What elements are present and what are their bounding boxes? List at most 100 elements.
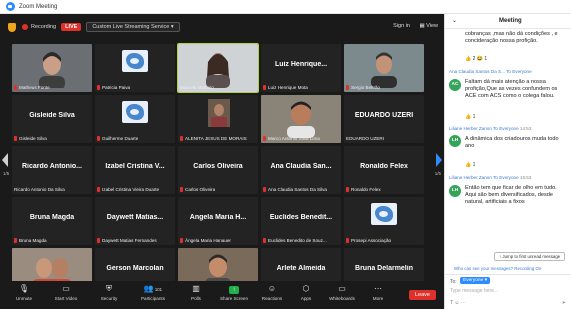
send-icon[interactable]: ➤ <box>562 300 566 306</box>
video-tile[interactable]: Patricia Paiva <box>95 44 175 92</box>
video-tile[interactable]: Carlos Oliveira Carlos Oliveira <box>178 146 258 194</box>
next-page-arrow-icon[interactable] <box>436 153 442 167</box>
view-button[interactable]: ▦ View <box>419 23 438 29</box>
chat-message-list[interactable]: cobranças ,mas não dá condições , e conc… <box>445 29 571 274</box>
security-button[interactable]: ⛨ Security <box>89 284 129 301</box>
video-tile[interactable]: EDUARDO UZERI EDUARDO UZERI <box>344 95 424 143</box>
participant-photo <box>208 99 230 127</box>
muted-mic-icon: 🎙 <box>18 284 30 293</box>
participant-name: Arlete Almeida <box>276 265 326 272</box>
leave-button[interactable]: Leave <box>409 290 436 300</box>
participant-name: Izabel Cristina V... <box>105 163 165 170</box>
apps-button[interactable]: ⬡ Apps <box>286 284 326 301</box>
video-tile[interactable]: Luiz Henrique... Luiz Henrique Mota <box>261 44 341 92</box>
start-video-button[interactable]: ▭ Start Video <box>46 284 86 301</box>
chat-header: ⌄ Meeting <box>445 14 571 29</box>
muted-mic-icon <box>263 136 266 141</box>
video-tile[interactable]: Guilherme Duarte <box>95 95 175 143</box>
muted-mic-icon <box>180 187 183 192</box>
participant-name: Ana Claudia San... <box>270 163 332 170</box>
record-dot-icon <box>22 24 28 30</box>
tile-name-label: Ricardo Antonio Da Silva <box>14 187 65 192</box>
tile-name-label: Luiz Henrique Mota <box>263 85 308 90</box>
more-button[interactable]: ⋯ More <box>358 284 398 301</box>
muted-mic-icon <box>14 136 17 141</box>
muted-mic-icon <box>97 85 100 90</box>
tile-name-label: Sergio Beltrão <box>346 85 380 90</box>
unmute-button[interactable]: 🎙 Unmute <box>4 284 44 301</box>
participants-button[interactable]: 👥101 Participants <box>133 284 173 301</box>
zoom-window: Zoom Meeting Recording LIVE Custom Live … <box>0 0 571 309</box>
avatar: AC <box>449 79 461 91</box>
jump-to-unread-button[interactable]: ↑ Jump to first unread message <box>494 252 566 261</box>
tile-name-label: Euclides Benedito de Souz... <box>263 238 327 243</box>
chat-message-text: A dinâmica dos criadouros muda todo ano <box>465 136 559 149</box>
video-tile[interactable]: Izabel Cristina V... Izabel Cristina Vie… <box>95 146 175 194</box>
video-tile[interactable]: Sergio Beltrão <box>344 44 424 92</box>
participant-name: Ricardo Antonio... <box>21 163 83 170</box>
collapse-chevron-icon[interactable]: ⌄ <box>452 17 457 24</box>
polls-button[interactable]: ▥ Polls <box>176 284 216 301</box>
tile-name-label: Bruna Magda <box>14 238 47 243</box>
message-reactions[interactable]: 👍 1 <box>465 114 475 120</box>
message-reactions[interactable]: 👍 1 <box>465 162 475 168</box>
muted-mic-icon <box>97 136 100 141</box>
page-indicator-right: 1/5 <box>434 171 441 176</box>
live-badge[interactable]: LIVE <box>61 23 82 31</box>
share-screen-button[interactable]: ↑ Share Screen <box>214 284 254 301</box>
security-shield-icon: ⛨ <box>106 284 112 293</box>
video-tile[interactable]: Ângela Maria H... Ângela Maria Hanauer <box>178 197 258 245</box>
polls-icon: ▥ <box>192 284 200 293</box>
chat-message-text: Faltam dá mais atenção a nossa profição,… <box>465 79 558 99</box>
tile-name-label: EDUARDO UZERI <box>346 136 385 141</box>
video-tile[interactable]: Bruna Magda Bruna Magda <box>12 197 92 245</box>
sign-in-link[interactable]: Sign in <box>393 23 410 29</box>
tile-name-label: Ana Claudia Santos Da Silva <box>263 187 327 192</box>
stream-service-dropdown[interactable]: Custom Live Streaming Service ▾ <box>86 22 180 32</box>
avatar: LH <box>449 185 461 197</box>
recording-label[interactable]: Recording <box>31 24 56 30</box>
message-reactions[interactable]: 👍 2 😂 1 <box>465 56 487 62</box>
whiteboards-button[interactable]: ▭ Whiteboards <box>322 284 362 301</box>
participant-name: EDUARDO UZERI <box>354 112 414 119</box>
muted-mic-icon <box>263 187 266 192</box>
video-tile[interactable]: Ricardo Antonio... Ricardo Antonio Da Si… <box>12 146 92 194</box>
recipient-dropdown[interactable]: Everyone ▾ <box>460 277 491 284</box>
video-tile[interactable]: Ronaldo Felex Ronaldo Felex <box>344 146 424 194</box>
video-tile[interactable]: Euclides Benedit... Euclides Benedito de… <box>261 197 341 245</box>
muted-mic-icon <box>14 85 17 90</box>
chat-message-author: Ana Claudia Santos Da S... To Everyone <box>449 69 532 74</box>
chat-message-text: cobranças ,mas não dá condições , e conc… <box>465 31 558 44</box>
video-tile[interactable]: Daywett Matias... Daywett Matias Fernand… <box>95 197 175 245</box>
muted-mic-icon <box>346 85 349 90</box>
video-tile[interactable]: ALENITA JESUS DE MORAIS <box>178 95 258 143</box>
tile-name-label: Ângela Maria Hanauer <box>180 238 231 243</box>
chat-message-author: Liliane Herber Zanon To Everyone 15:53 <box>449 175 532 180</box>
chat-message-input[interactable]: Type message here... <box>450 288 498 294</box>
participant-photo <box>371 52 397 88</box>
chat-panel: ⌄ Meeting cobranças ,mas não dá condiçõe… <box>444 14 571 309</box>
more-dots-icon: ⋯ <box>374 284 382 293</box>
video-grid: Matheus Fonte Patricia Paiva Marcela Mat… <box>12 43 424 296</box>
tile-name-label: Carlos Oliveira <box>180 187 215 192</box>
tile-name-label: Daywett Matias Fernandes <box>97 238 157 243</box>
participant-name: Gerson Marcolan <box>106 265 164 272</box>
chat-title: Meeting <box>499 18 522 24</box>
tile-name-label: Marco Antonio Silva Lima <box>263 136 320 141</box>
shield-icon[interactable] <box>8 22 16 32</box>
video-tile[interactable]: Gisleide Silva Gisleide Silva <box>12 95 92 143</box>
who-can-see-messages-link[interactable]: Who can see your messages? Recording On <box>454 266 541 271</box>
video-tile[interactable]: Prosepi Associação <box>344 197 424 245</box>
tile-name-label: Prosepi Associação <box>346 238 391 243</box>
participant-name: Ronaldo Felex <box>360 163 408 170</box>
video-tile[interactable]: Matheus Fonte <box>12 44 92 92</box>
video-tile-active-speaker[interactable]: Marcela Mattoso <box>177 43 259 93</box>
chat-format-icons[interactable]: T ☺ ⋯ <box>450 300 466 306</box>
video-tile[interactable]: Marco Antonio Silva Lima <box>261 95 341 143</box>
title-bar: Zoom Meeting <box>0 0 571 14</box>
participant-name: Luiz Henrique... <box>274 61 328 68</box>
chat-message-author: Liliane Herber Zanon To Everyone 14:52 <box>449 126 532 131</box>
video-tile[interactable]: Ana Claudia San... Ana Claudia Santos Da… <box>261 146 341 194</box>
whiteboard-icon: ▭ <box>338 284 346 293</box>
previous-page-arrow-icon[interactable] <box>2 153 8 167</box>
